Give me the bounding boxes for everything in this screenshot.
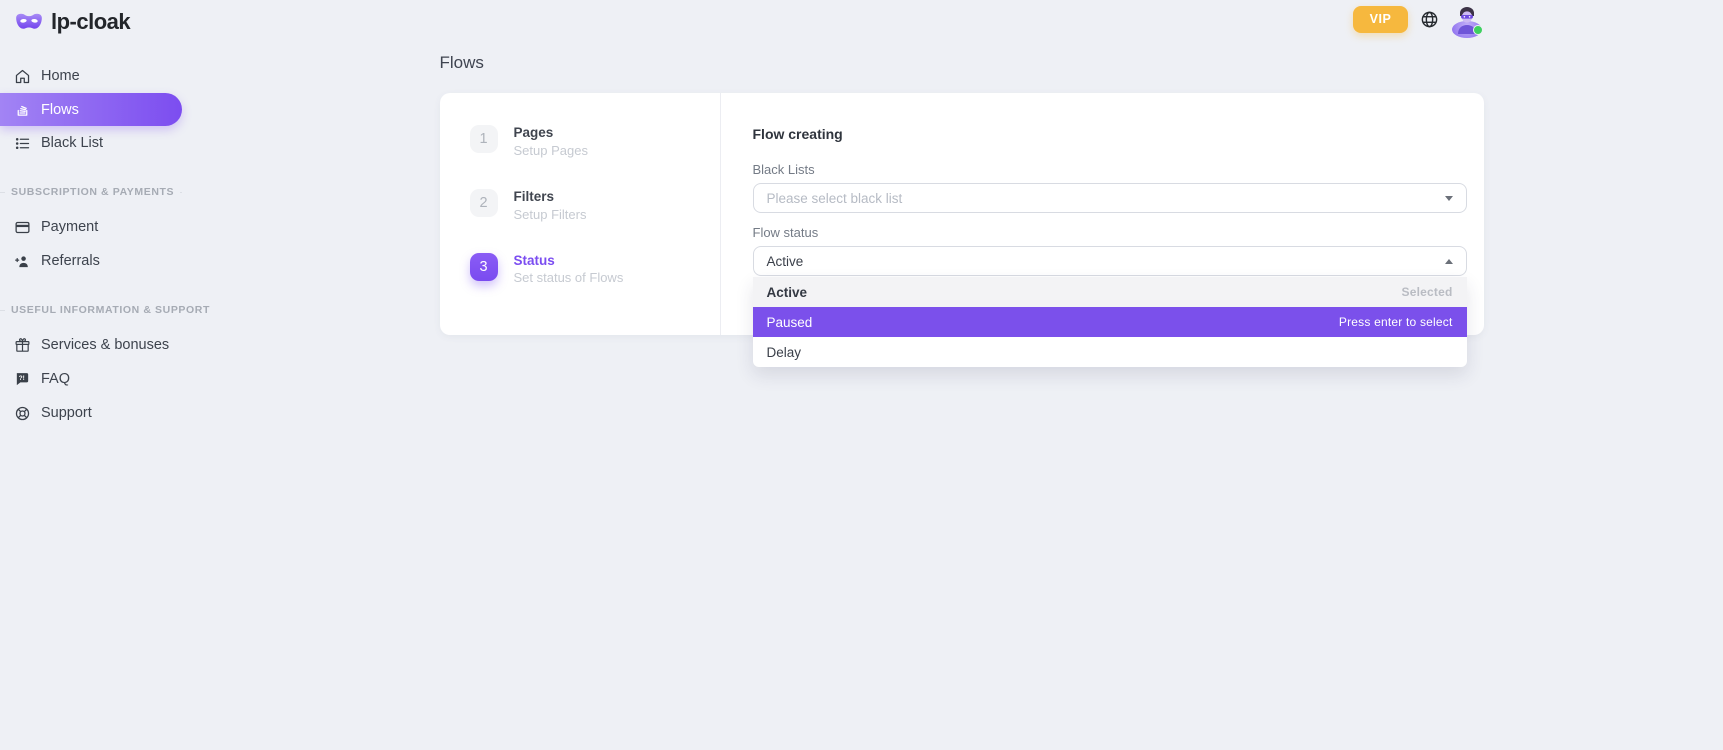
sidebar-section-subscription: SUBSCRIPTION & PAYMENTS	[0, 186, 200, 198]
flow-creating-panel: Flow creating Black Lists Please select …	[721, 93, 1484, 335]
flow-status-select[interactable]: Active	[753, 246, 1467, 276]
sidebar-item-label: Home	[41, 68, 80, 84]
step-title: Filters	[514, 189, 587, 206]
sidebar-item-payment[interactable]: Payment	[0, 210, 200, 244]
sidebar-item-services[interactable]: Services & bonuses	[0, 328, 200, 362]
sidebar-item-label: Flows	[41, 102, 79, 118]
step-subtitle: Set status of Flows	[514, 270, 624, 287]
main-area: Flows 1 Pages Setup Pages 2 Filters	[200, 0, 1723, 750]
gift-icon	[14, 337, 31, 354]
sidebar-item-label: Support	[41, 405, 92, 421]
step-number-badge: 1	[470, 125, 498, 153]
sidebar-item-black-list[interactable]: Black List	[0, 126, 200, 160]
sidebar-item-label: FAQ	[41, 371, 70, 387]
faq-bubble-icon: ?!	[14, 371, 31, 388]
home-icon	[14, 68, 31, 85]
step-subtitle: Setup Pages	[514, 143, 588, 160]
sidebar-item-faq[interactable]: ?! FAQ	[0, 362, 200, 396]
flow-status-label: Flow status	[753, 225, 1467, 240]
flow-status-field: Flow status Active Active Selected Pau	[753, 225, 1467, 276]
step-number-badge: 3	[470, 253, 498, 281]
black-lists-placeholder: Please select black list	[767, 191, 903, 206]
step-number-badge: 2	[470, 189, 498, 217]
chevron-up-icon	[1445, 259, 1453, 264]
brand-name: lp-cloak	[51, 9, 130, 35]
option-active[interactable]: Active Selected	[753, 277, 1467, 307]
sidebar-item-referrals[interactable]: Referrals	[0, 244, 200, 278]
option-paused[interactable]: Paused Press enter to select	[753, 307, 1467, 337]
flow-wizard-card: 1 Pages Setup Pages 2 Filters Setup Filt…	[440, 93, 1484, 335]
person-add-icon	[14, 253, 31, 270]
step-title: Pages	[514, 125, 588, 142]
black-lists-select[interactable]: Please select black list	[753, 183, 1467, 213]
black-lists-field: Black Lists Please select black list	[753, 162, 1467, 213]
option-enter-hint: Press enter to select	[1339, 315, 1453, 329]
step-pages[interactable]: 1 Pages Setup Pages	[470, 125, 720, 160]
sidebar: lp-cloak Home Flo	[0, 0, 200, 750]
flow-status-dropdown: Active Selected Paused Press enter to se…	[753, 277, 1467, 367]
svg-text:?!: ?!	[19, 375, 25, 382]
step-filters[interactable]: 2 Filters Setup Filters	[470, 189, 720, 224]
wizard-steps: 1 Pages Setup Pages 2 Filters Setup Filt…	[440, 93, 721, 335]
sidebar-item-label: Payment	[41, 219, 98, 235]
black-lists-label: Black Lists	[753, 162, 1467, 177]
flow-status-value: Active	[767, 254, 804, 269]
sidebar-item-label: Referrals	[41, 253, 100, 269]
list-icon	[14, 135, 31, 152]
app-root: lp-cloak Home Flo	[0, 0, 1723, 750]
mask-icon	[15, 12, 43, 32]
option-selected-hint: Selected	[1402, 285, 1453, 299]
sidebar-item-flows[interactable]: Flows	[0, 93, 182, 126]
sidebar-nav: Home Flows	[0, 59, 200, 430]
step-title: Status	[514, 253, 624, 270]
chevron-down-icon	[1445, 196, 1453, 201]
sidebar-item-label: Services & bonuses	[41, 337, 169, 353]
sidebar-item-label: Black List	[41, 135, 103, 151]
sidebar-item-home[interactable]: Home	[0, 59, 200, 93]
page-title: Flows	[440, 53, 1484, 73]
brand-logo[interactable]: lp-cloak	[0, 0, 200, 35]
panel-title: Flow creating	[753, 126, 1467, 142]
card-icon	[14, 219, 31, 236]
lifebuoy-icon	[14, 405, 31, 422]
sidebar-section-support: USEFUL INFORMATION & SUPPORT	[0, 304, 200, 316]
stack-icon	[14, 101, 31, 118]
step-subtitle: Setup Filters	[514, 207, 587, 224]
option-delay[interactable]: Delay	[753, 337, 1467, 367]
step-status[interactable]: 3 Status Set status of Flows	[470, 253, 720, 288]
sidebar-item-support[interactable]: Support	[0, 396, 200, 430]
